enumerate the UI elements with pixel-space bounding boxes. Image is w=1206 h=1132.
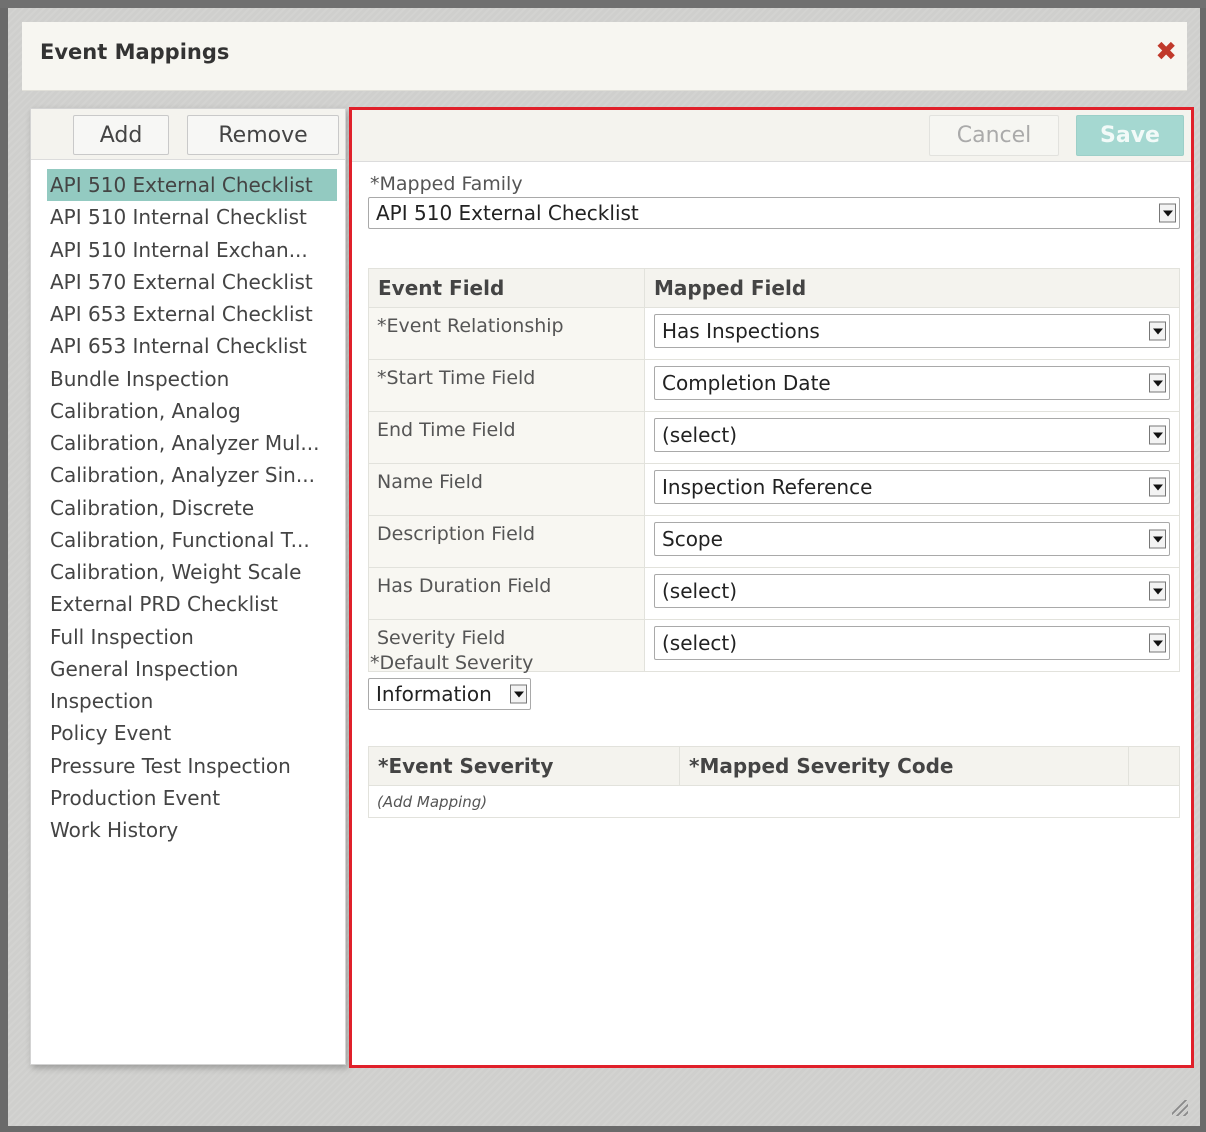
table-row: *Start Time Field Completion Date [368,359,1180,412]
add-button[interactable]: Add [73,115,169,155]
mapped-field-cell: (select) [644,411,1180,464]
mapped-field-value: (select) [662,579,738,603]
family-list-item[interactable]: Work History [47,814,337,846]
column-header-actions [1128,746,1180,786]
chevron-down-icon [1149,581,1166,601]
default-severity-select[interactable]: Information [368,678,531,710]
event-field-mapping-table: Event Field Mapped Field *Event Relation… [368,268,1180,672]
family-list-item[interactable]: API 653 Internal Checklist [47,330,337,362]
family-list-item[interactable]: API 510 Internal Exchan... [47,234,337,266]
table-row: Name Field Inspection Reference [368,463,1180,516]
family-list-item[interactable]: Calibration, Analyzer Sin... [47,459,337,491]
chevron-down-icon [1149,321,1166,341]
mapped-field-select[interactable]: Completion Date [654,366,1170,400]
close-icon[interactable]: ✖ [1155,39,1177,65]
add-mapping-link[interactable]: (Add Mapping) [368,785,1180,818]
family-list-item[interactable]: General Inspection [47,653,337,685]
family-list-item[interactable]: Policy Event [47,717,337,749]
chevron-down-icon [1159,203,1176,223]
mapped-field-value: Completion Date [662,371,831,395]
family-list-item[interactable]: Full Inspection [47,621,337,653]
editor-toolbar: Cancel Save [352,110,1191,162]
family-list-item[interactable]: Calibration, Analog [47,395,337,427]
mapped-family-value: API 510 External Checklist [376,201,639,225]
mapped-field-cell: Scope [644,515,1180,568]
family-list-item[interactable]: Calibration, Weight Scale [47,556,337,588]
family-list-item[interactable]: External PRD Checklist [47,588,337,620]
family-list-item[interactable]: Calibration, Functional T... [47,524,337,556]
table-row: *Event Relationship Has Inspections [368,307,1180,360]
mapped-field-select[interactable]: Inspection Reference [654,470,1170,504]
table-row: End Time Field (select) [368,411,1180,464]
family-list-item[interactable]: Production Event [47,782,337,814]
default-severity-value: Information [376,682,492,706]
family-list-item[interactable]: Pressure Test Inspection [47,750,337,782]
family-list-item[interactable]: Bundle Inspection [47,363,337,395]
chevron-down-icon [1149,373,1166,393]
chevron-down-icon [510,684,527,704]
mapped-field-value: (select) [662,631,738,655]
mapped-field-select[interactable]: Scope [654,522,1170,556]
family-list-panel: Add Remove API 510 External Checklist API… [30,108,346,1065]
chevron-down-icon [1149,477,1166,497]
event-mappings-dialog: Event Mappings ✖ Add Remove API 510 Exte… [8,8,1200,1126]
mapped-field-select[interactable]: Has Inspections [654,314,1170,348]
mapped-field-select[interactable]: (select) [654,626,1170,660]
column-header-event-field: Event Field [368,268,645,308]
table-row: Description Field Scope [368,515,1180,568]
family-list-item[interactable]: API 570 External Checklist [47,266,337,298]
family-list-item[interactable]: Calibration, Analyzer Mul... [47,427,337,459]
severity-mapping-table: *Event Severity *Mapped Severity Code (A… [368,746,1180,818]
chevron-down-icon [1149,633,1166,653]
chevron-down-icon [1149,529,1166,549]
event-field-label: *Event Relationship [368,307,645,360]
family-list-toolbar: Add Remove [31,109,345,160]
family-list-item[interactable]: Inspection [47,685,337,717]
cancel-button[interactable]: Cancel [929,115,1059,156]
family-list-item[interactable]: API 510 External Checklist [47,169,337,202]
event-field-label: *Start Time Field [368,359,645,412]
mapped-field-cell: Has Inspections [644,307,1180,360]
column-header-event-severity: *Event Severity [368,746,680,786]
family-list-item[interactable]: API 510 Internal Checklist [47,201,337,233]
dialog-title: Event Mappings [40,40,230,64]
family-list-item[interactable]: API 653 External Checklist [47,298,337,330]
mapped-field-value: Has Inspections [662,319,820,343]
mapped-field-value: Scope [662,527,723,551]
family-list-item[interactable]: Calibration, Discrete [47,492,337,524]
chevron-down-icon [1149,425,1166,445]
mapped-field-select[interactable]: (select) [654,574,1170,608]
mapped-field-value: Inspection Reference [662,475,873,499]
mapped-family-label: *Mapped Family [370,173,523,195]
mapping-editor-panel: Cancel Save *Mapped Family API 510 Exter… [349,107,1194,1068]
mapped-field-select[interactable]: (select) [654,418,1170,452]
mapped-field-cell: Completion Date [644,359,1180,412]
event-field-label: Has Duration Field [368,567,645,620]
family-list: API 510 External Checklist API 510 Intern… [47,169,337,846]
mapped-field-cell: (select) [644,567,1180,620]
column-header-mapped-field: Mapped Field [644,268,1180,308]
column-header-mapped-severity-code: *Mapped Severity Code [679,746,1129,786]
mapped-field-cell: (select) [644,619,1180,672]
mapped-family-select[interactable]: API 510 External Checklist [368,197,1180,229]
table-row: Has Duration Field (select) [368,567,1180,620]
page-top-bar [0,0,1206,8]
dialog-titlebar: Event Mappings ✖ [22,22,1187,91]
resize-grip-icon[interactable] [1172,1100,1188,1116]
remove-button[interactable]: Remove [187,115,339,155]
mapped-field-value: (select) [662,423,738,447]
mapped-field-cell: Inspection Reference [644,463,1180,516]
save-button[interactable]: Save [1076,115,1184,156]
default-severity-label: *Default Severity [370,652,534,674]
event-field-label: End Time Field [368,411,645,464]
event-field-label: Name Field [368,463,645,516]
event-field-label: Description Field [368,515,645,568]
